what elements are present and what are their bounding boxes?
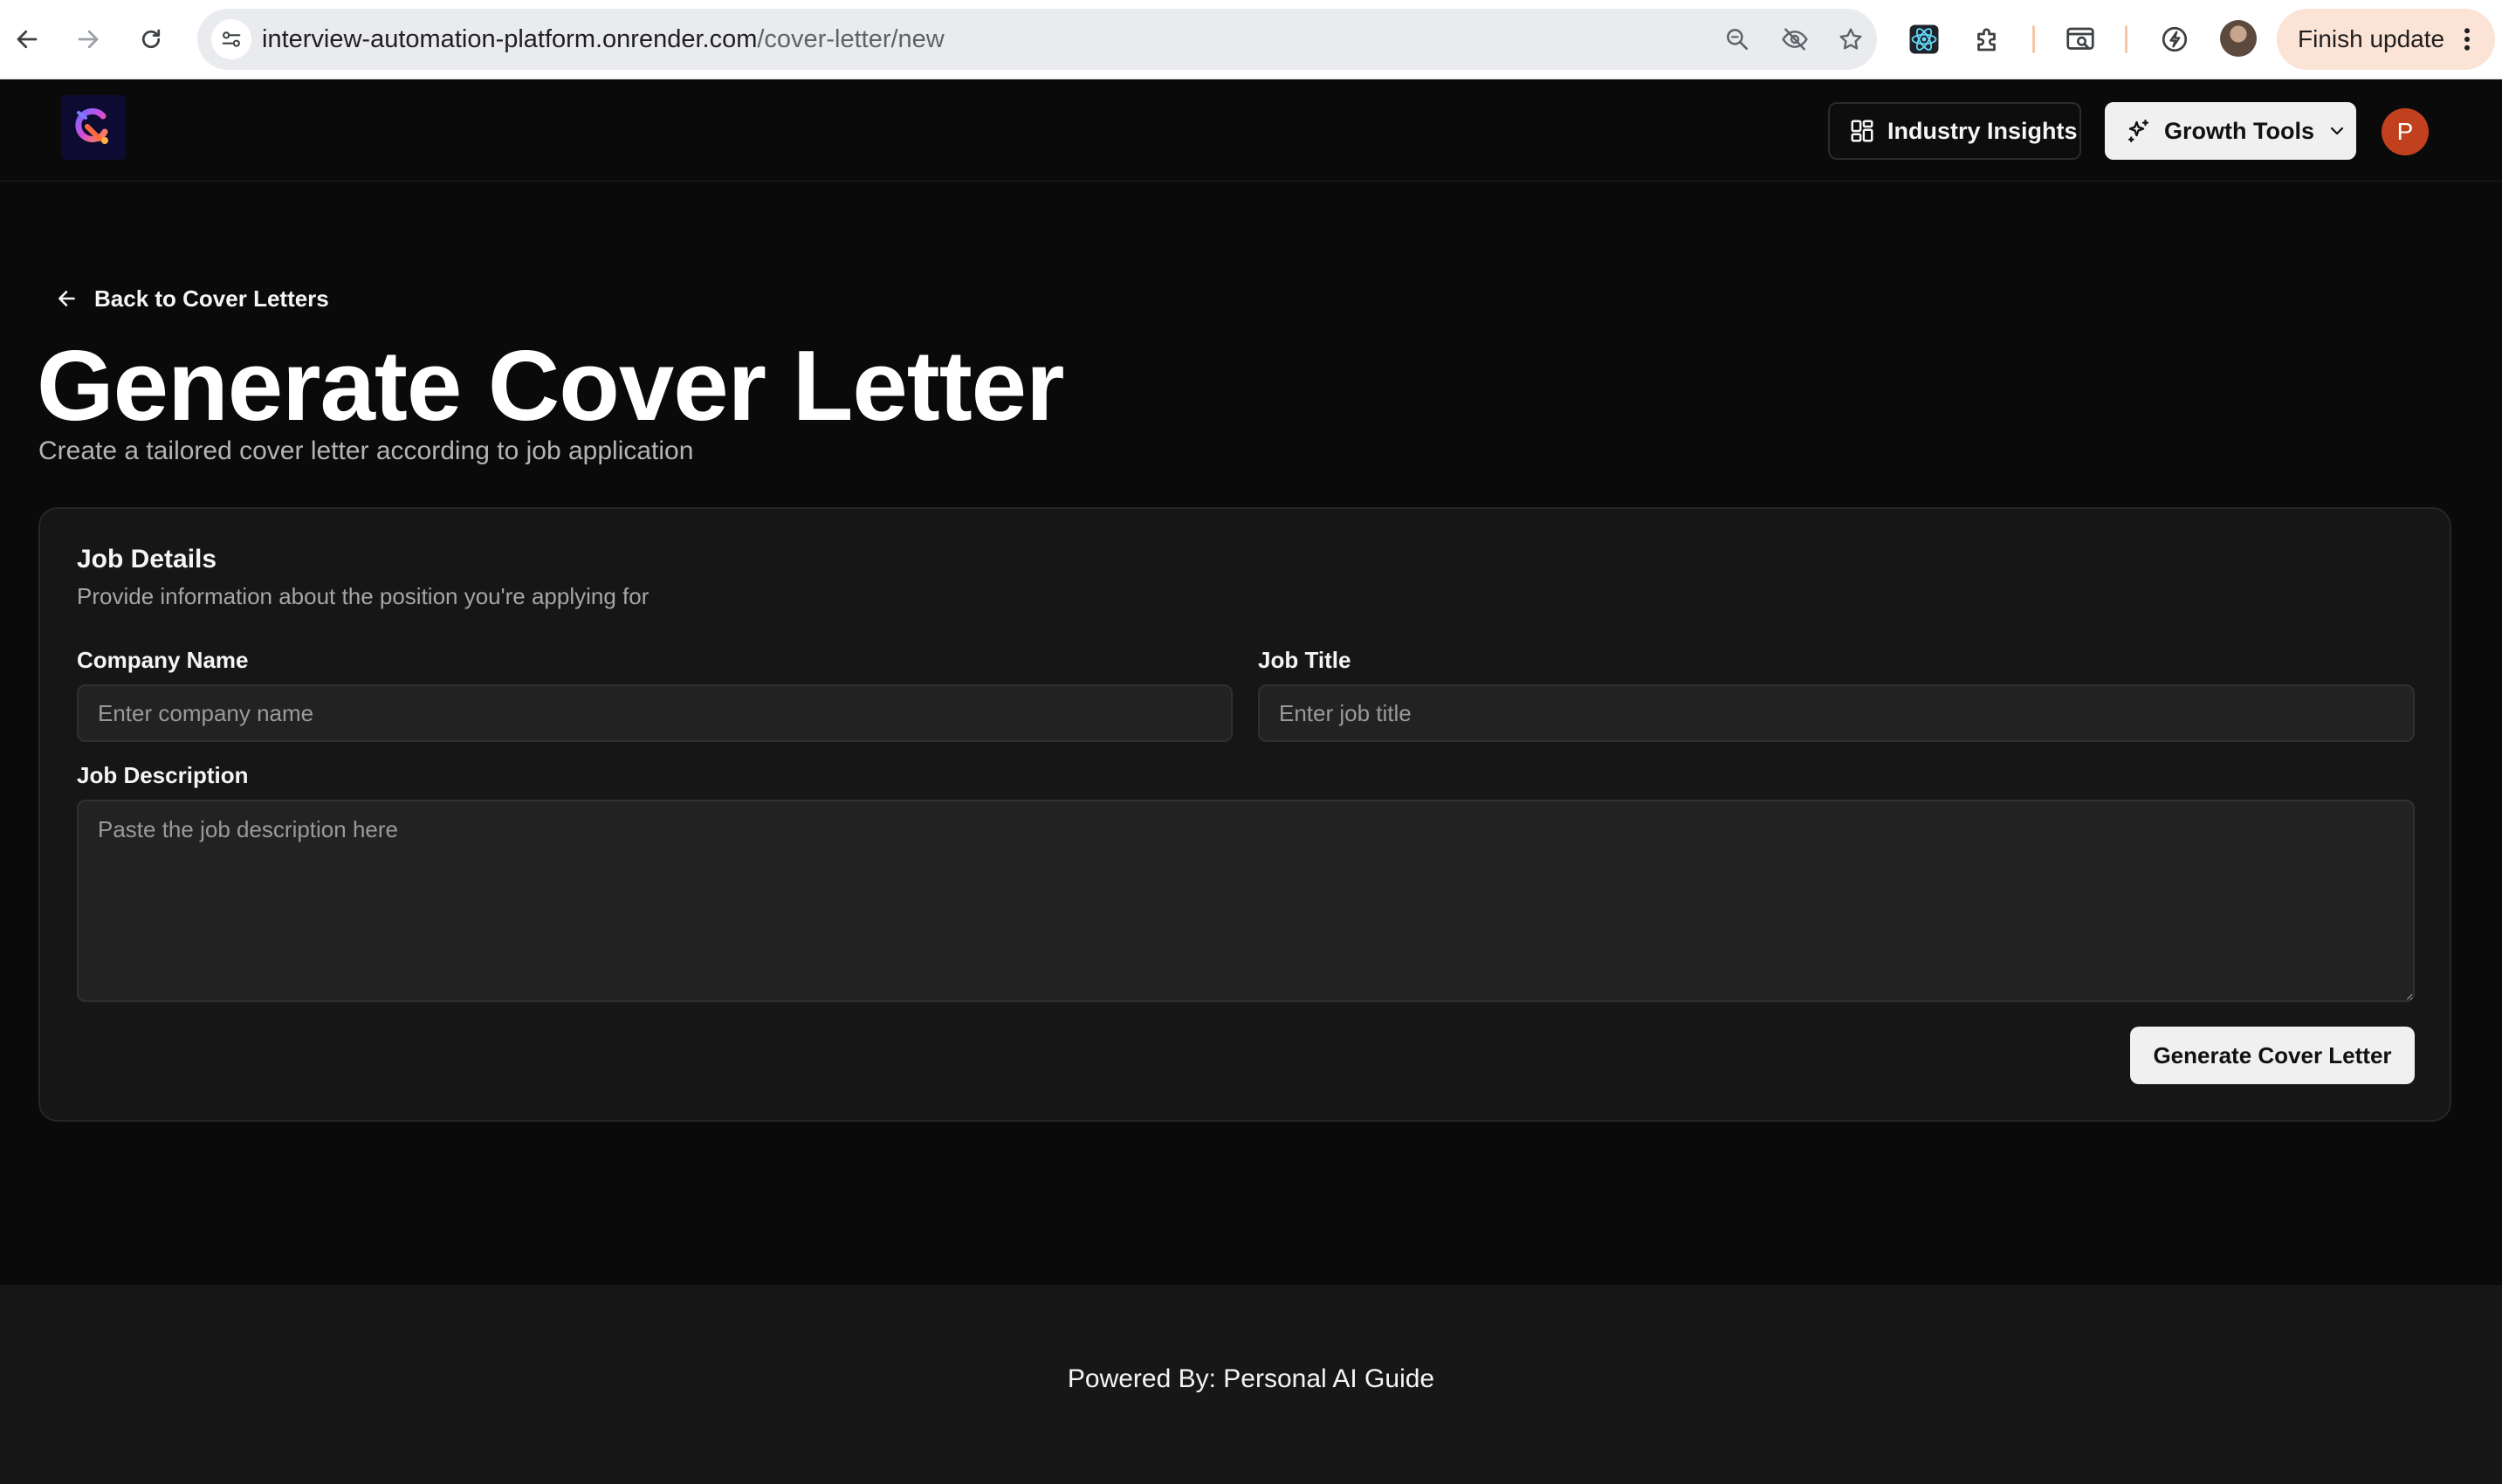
toolbar-separator — [2032, 25, 2035, 53]
url-text[interactable]: interview-automation-platform.onrender.c… — [262, 24, 945, 55]
toolbar-separator — [2125, 25, 2127, 53]
job-title-input[interactable] — [1258, 684, 2415, 742]
dashboard-grid-icon — [1851, 120, 1873, 142]
card-description: Provide information about the position y… — [77, 583, 650, 609]
sparkle-icon — [2127, 120, 2149, 142]
more-vert-icon[interactable] — [2451, 24, 2483, 55]
page-title: Generate Cover Letter — [37, 331, 1064, 442]
user-avatar[interactable]: P — [2382, 108, 2429, 155]
footer-text: Powered By: Personal AI Guide — [1067, 1364, 1435, 1393]
zoom-icon[interactable] — [1722, 24, 1753, 55]
react-devtools-icon[interactable] — [1906, 21, 1942, 58]
company-name-label: Company Name — [77, 647, 249, 673]
arrow-left-icon — [58, 291, 75, 306]
job-details-card: Job Details Provide information about th… — [38, 507, 2451, 1122]
growth-tools-label: Growth Tools — [2164, 117, 2314, 144]
back-to-cover-letters-link[interactable]: Back to Cover Letters — [56, 281, 329, 316]
browser-toolbar: interview-automation-platform.onrender.c… — [0, 0, 2502, 79]
performance-icon[interactable] — [2156, 21, 2193, 58]
job-title-label: Job Title — [1258, 647, 1351, 673]
star-icon[interactable] — [1835, 24, 1866, 55]
footer: Powered By: Personal AI Guide — [0, 1285, 2502, 1484]
generate-cover-letter-button[interactable]: Generate Cover Letter — [2130, 1027, 2415, 1084]
address-bar[interactable]: interview-automation-platform.onrender.c… — [197, 9, 1877, 70]
back-link-label: Back to Cover Letters — [94, 285, 329, 312]
card-title: Job Details — [77, 545, 217, 574]
finish-update-label: Finish update — [2298, 25, 2445, 52]
growth-tools-dropdown[interactable]: Growth Tools — [2105, 102, 2356, 160]
chevron-down-icon — [2330, 127, 2344, 135]
eye-off-icon[interactable] — [1779, 24, 1811, 55]
site-settings-icon[interactable] — [211, 19, 251, 59]
industry-insights-button[interactable]: Industry Insights — [1828, 102, 2081, 160]
finish-update-button[interactable]: Finish update — [2277, 9, 2495, 70]
industry-insights-label: Industry Insights — [1887, 117, 2078, 144]
page-subtitle: Create a tailored cover letter according… — [38, 436, 694, 465]
app-logo[interactable] — [61, 95, 126, 160]
forward-arrow-icon[interactable] — [68, 19, 108, 59]
tab-search-icon[interactable] — [2062, 21, 2099, 58]
extensions-puzzle-icon[interactable] — [1969, 21, 2006, 58]
reload-icon[interactable] — [131, 19, 171, 59]
profile-avatar[interactable] — [2220, 20, 2257, 57]
back-arrow-icon[interactable] — [7, 19, 47, 59]
company-name-input[interactable] — [77, 684, 1233, 742]
job-description-label: Job Description — [77, 762, 249, 788]
url-host: interview-automation-platform.onrender.c… — [262, 25, 758, 53]
url-path: /cover-letter/new — [757, 25, 945, 53]
app-header: Industry Insights Growth Tools P — [0, 79, 2502, 182]
job-description-textarea[interactable] — [77, 800, 2415, 1002]
